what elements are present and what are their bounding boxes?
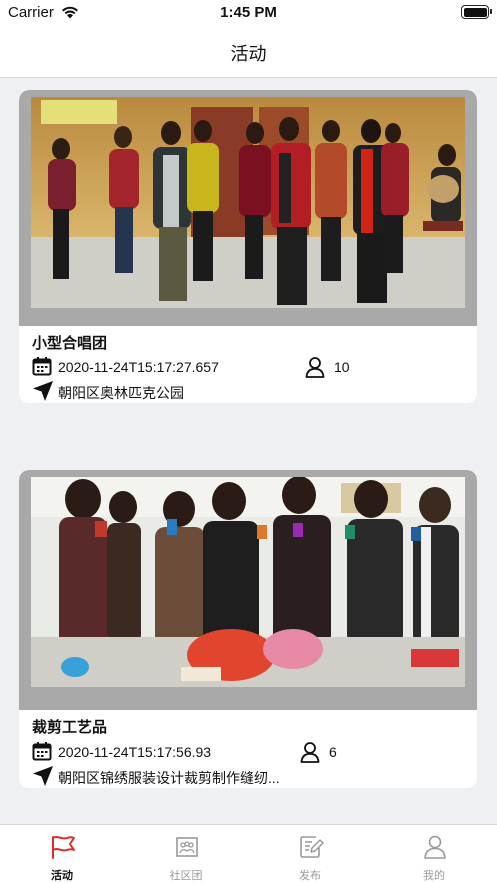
- activity-photo-frame: [19, 470, 477, 710]
- tab-label: 我的: [423, 870, 445, 882]
- tab-activities[interactable]: 活动: [0, 825, 124, 883]
- person-icon: [422, 834, 448, 865]
- location-arrow-icon: [32, 765, 54, 788]
- activity-photo[interactable]: [31, 477, 465, 687]
- activity-photo-frame: [19, 90, 477, 326]
- calendar-icon: [32, 356, 52, 381]
- activity-location-text: 朝阳区奥林匹克公园: [58, 385, 184, 401]
- activity-location: 朝阳区锦绣服装设计裁剪制作缝纫...: [32, 765, 462, 787]
- flag-icon: [50, 834, 76, 865]
- tab-label: 活动: [51, 870, 73, 882]
- page-title: 活动: [230, 44, 267, 64]
- participant-count-value: 10: [334, 359, 350, 375]
- location-arrow-icon: [32, 380, 54, 403]
- activity-card[interactable]: 裁剪工艺品 2020-11-24T15:17:56.93 6 朝阳区锦绣服装设计…: [19, 470, 477, 788]
- activity-datetime-text: 2020-11-24T15:17:27.657: [58, 359, 219, 375]
- participant-count: 10: [304, 356, 350, 378]
- tab-publish[interactable]: 发布: [248, 825, 372, 883]
- battery-icon: [461, 5, 492, 19]
- participant-count: 6: [299, 741, 337, 763]
- activity-card[interactable]: 小型合唱团 2020-11-24T15:17:27.657 10 朝阳区奥林匹克…: [19, 90, 477, 403]
- tab-label: 发布: [299, 870, 321, 882]
- edit-note-icon: [298, 834, 324, 865]
- calendar-icon: [32, 741, 52, 766]
- activity-datetime: 2020-11-24T15:17:56.93: [32, 741, 462, 763]
- clock: 1:45 PM: [220, 4, 277, 21]
- activity-datetime-text: 2020-11-24T15:17:56.93: [58, 744, 212, 760]
- tab-label: 社区团: [169, 870, 203, 882]
- activity-datetime: 2020-11-24T15:17:27.657: [32, 356, 462, 378]
- activity-location: 朝阳区奥林匹克公园: [32, 380, 462, 402]
- activity-title[interactable]: 小型合唱团: [32, 332, 107, 353]
- navigation-bar: 活动: [0, 26, 497, 78]
- participant-count-value: 6: [329, 744, 337, 760]
- activity-title[interactable]: 裁剪工艺品: [32, 716, 107, 737]
- activity-photo[interactable]: [31, 97, 465, 308]
- activity-location-text: 朝阳区锦绣服装设计裁剪制作缝纫...: [58, 770, 280, 786]
- tab-community-groups[interactable]: 社区团: [124, 825, 248, 883]
- status-bar: Carrier 1:45 PM: [0, 0, 497, 26]
- tab-me[interactable]: 我的: [372, 825, 496, 883]
- group-photo-icon: [174, 834, 200, 865]
- tab-bar: 活动 社区团 发布 我的: [0, 824, 497, 883]
- activity-feed[interactable]: 小型合唱团 2020-11-24T15:17:27.657 10 朝阳区奥林匹克…: [0, 78, 497, 824]
